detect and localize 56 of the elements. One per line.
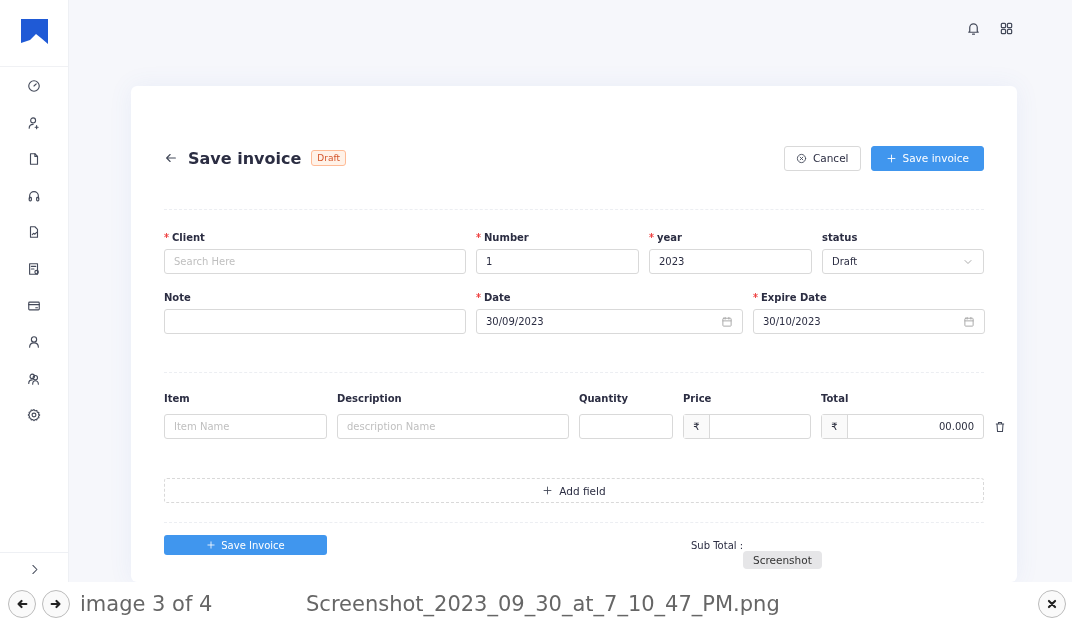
user-icon[interactable] (27, 335, 41, 350)
field-label: Note (164, 292, 191, 303)
field-label: Number (484, 232, 529, 243)
price-field[interactable]: ₹ (683, 414, 811, 439)
field-label: Date (484, 292, 511, 303)
users-icon[interactable] (27, 371, 41, 386)
bell-icon (966, 21, 981, 36)
column-label: Description (337, 393, 402, 404)
field-label: Client (172, 232, 205, 243)
cancel-button[interactable]: Cancel (783, 145, 861, 171)
close-circle-icon (795, 152, 807, 164)
add-field-button[interactable]: Add field (164, 478, 984, 503)
logo-icon (19, 18, 49, 44)
column-label: Item (164, 393, 190, 404)
input-field[interactable]: 1 (476, 249, 639, 274)
input-field[interactable]: 2023 (649, 249, 812, 274)
input-field[interactable] (579, 414, 673, 439)
field-label: Expire Date (761, 292, 827, 303)
column-label: Price (683, 393, 712, 404)
date-field[interactable]: 30/09/2023 (476, 309, 743, 334)
calendar-icon (721, 315, 733, 328)
subtotal-label: Sub Total : (691, 539, 744, 551)
plus-icon (542, 485, 554, 496)
total-field[interactable]: ₹ 00.000 (821, 414, 984, 439)
receipt-icon[interactable] (27, 261, 41, 276)
plus-icon (885, 152, 897, 164)
file-chart-icon[interactable] (27, 225, 41, 240)
calendar-icon (963, 315, 975, 328)
next-button[interactable] (42, 590, 70, 618)
column-label: Total (821, 393, 849, 404)
right-arrow-icon (49, 597, 63, 611)
page-title: Save invoice (188, 148, 302, 168)
previous-button[interactable] (8, 590, 36, 618)
settings-icon[interactable] (27, 408, 41, 423)
user-plus-icon[interactable] (27, 115, 41, 130)
back-arrow-icon (164, 151, 178, 165)
close-icon (1045, 597, 1059, 611)
date-field[interactable]: 30/10/2023 (753, 309, 985, 334)
gauge-icon[interactable] (27, 79, 41, 93)
card-icon[interactable] (27, 298, 41, 313)
close-button[interactable] (1038, 590, 1066, 618)
input-field[interactable] (164, 309, 466, 334)
trash-icon[interactable] (994, 420, 1006, 433)
file-name: Screenshot_2023_09_30_at_7_10_47_PM.png (306, 592, 780, 616)
field-label: year (657, 232, 682, 243)
tooltip: Screenshot (743, 551, 822, 569)
apps-icon (999, 21, 1014, 36)
left-arrow-icon (15, 597, 29, 611)
status-badge: Draft (311, 150, 346, 166)
column-label: Quantity (579, 393, 628, 404)
headphones-icon[interactable] (27, 188, 41, 203)
image-counter: image 3 of 4 (80, 592, 214, 616)
field-label: status (822, 232, 858, 243)
status-select[interactable]: Draft (822, 249, 984, 274)
plus-icon (206, 540, 217, 550)
document-icon[interactable] (27, 152, 41, 167)
